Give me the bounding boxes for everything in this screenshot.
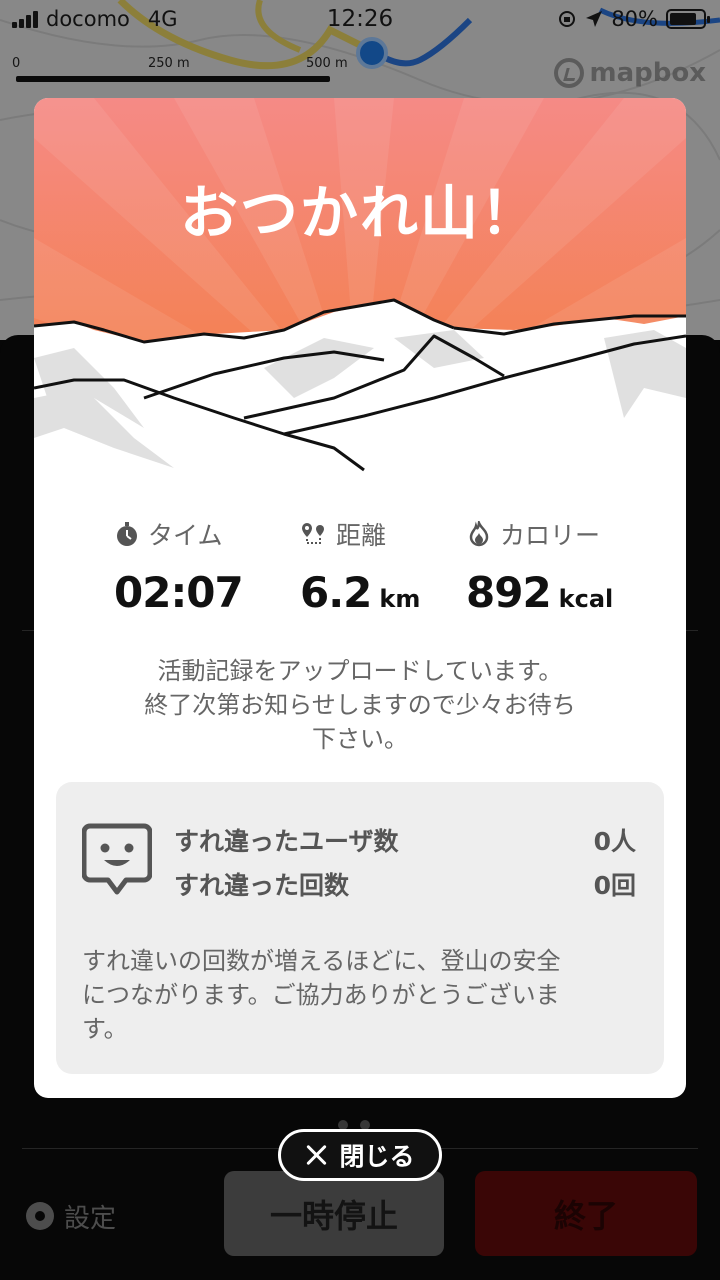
close-label: 閉じる: [339, 1142, 415, 1171]
close-icon: [305, 1143, 329, 1167]
encounter-note: すれ違いの回数が増えるほどに、登山の安全 につながります。ご協力ありがとうござい…: [82, 944, 642, 1046]
close-button[interactable]: 閉じる: [278, 1129, 442, 1181]
upload-message-line: 下さい。: [312, 725, 408, 753]
stat-time: タイム 02:07: [114, 516, 324, 617]
encounter-note-line: す。: [82, 1015, 128, 1043]
mountain-hero-illustration: [34, 98, 686, 478]
stat-distance-unit: km: [379, 585, 421, 613]
location-arrow-icon: [586, 11, 603, 27]
stat-distance-label: 距離: [336, 521, 387, 550]
stat-calories: カロリー 892 kcal: [466, 516, 676, 617]
status-bar: docomo 4G 12:26 80%: [0, 0, 720, 40]
encounter-note-line: すれ違いの回数が増えるほどに、登山の安全: [82, 947, 561, 975]
stat-distance-value: 6.2: [300, 568, 372, 617]
stopwatch-icon: [117, 522, 137, 546]
stat-calories-value: 892: [466, 568, 552, 617]
encounter-summary-card: すれ違ったユーザ数 0人 すれ違った回数 0回 すれ違いの回数が増えるほどに、登…: [56, 782, 664, 1074]
stat-time-value: 02:07: [114, 568, 244, 617]
route-pin-icon: [302, 523, 324, 544]
encounter-users-value: 0人: [593, 827, 636, 856]
encounter-face-icon: [82, 823, 152, 895]
flame-icon: [469, 521, 489, 547]
orientation-lock-icon: [559, 11, 576, 27]
encounter-count-row: すれ違った回数 0回: [174, 866, 636, 902]
encounter-note-line: につながります。ご協力ありがとうございま: [82, 981, 560, 1009]
stat-calories-label: カロリー: [500, 521, 601, 550]
encounter-users-label: すれ違ったユーザ数: [174, 827, 399, 856]
stat-time-label: タイム: [148, 521, 223, 550]
stat-calories-unit: kcal: [558, 585, 614, 613]
encounter-count-label: すれ違った回数: [174, 871, 350, 900]
completion-modal: おつかれ山！ タイム 02:07 距離 6.2 km カロリー 892 kcal…: [34, 98, 686, 1098]
encounter-count-value: 0回: [593, 871, 636, 900]
upload-status-message: 活動記録をアップロードしています。 終了次第お知らせしますので少々お待ち 下さい…: [94, 654, 626, 756]
battery-icon: [666, 9, 710, 29]
upload-message-line: 終了次第お知らせしますので少々お待ち: [144, 691, 576, 719]
upload-message-line: 活動記録をアップロードしています。: [157, 657, 563, 685]
battery-percent: 80%: [611, 7, 658, 31]
activity-stats: タイム 02:07 距離 6.2 km カロリー 892 kcal: [34, 516, 686, 626]
encounter-users-row: すれ違ったユーザ数 0人: [174, 822, 636, 858]
modal-title: おつかれ山！: [179, 179, 540, 247]
